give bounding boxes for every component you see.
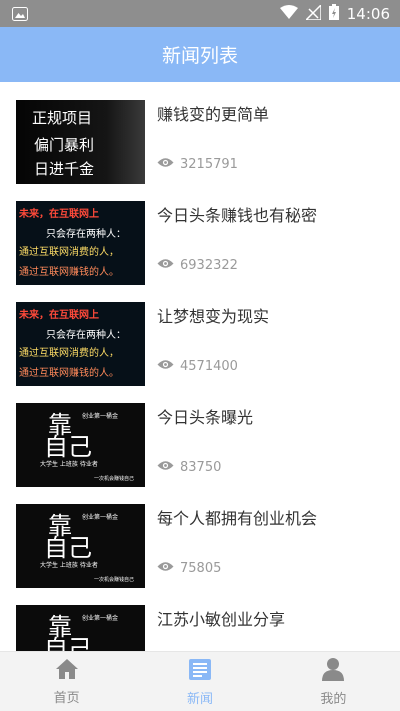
- clock: 14:06: [346, 5, 390, 23]
- home-icon: [55, 658, 79, 684]
- news-thumbnail: 正规项目 偏门暴利 日进千金: [16, 100, 145, 184]
- news-icon: [188, 657, 212, 685]
- list-item[interactable]: 未来，在互联网上 只会存在两种人： 通过互联网消费的人， 通过互联网赚钱的人。 …: [0, 183, 400, 285]
- page-title: 新闻列表: [161, 45, 238, 67]
- news-thumbnail: 靠 自己 创业第一桶金: [16, 605, 145, 651]
- thumb-text: 日进千金: [34, 160, 95, 178]
- news-title: 让梦想变为现实: [157, 307, 270, 326]
- profile-icon: [321, 657, 345, 685]
- thumb-text: 通过互联网赚钱的人。: [19, 368, 119, 379]
- signal-icon: [303, 2, 322, 24]
- eye-icon: [157, 561, 174, 576]
- nav-profile[interactable]: 我的: [267, 652, 400, 711]
- view-count: 4571400: [157, 359, 238, 374]
- thumb-text: 偏门暴利: [34, 136, 95, 154]
- news-thumbnail: 未来，在互联网上 只会存在两种人： 通过互联网消费的人， 通过互联网赚钱的人。: [16, 302, 145, 386]
- list-item[interactable]: 靠 自己 创业第一桶金 大学生 上班族 待业者 一次机会赚钱自己 今日头条曝光 …: [0, 385, 400, 487]
- nav-profile-label: 我的: [320, 691, 347, 707]
- news-title: 今日头条曝光: [157, 408, 254, 427]
- thumb-text: 通过互联网赚钱的人。: [19, 267, 119, 278]
- view-count: 3215791: [157, 157, 238, 172]
- thumb-text: 正规项目: [32, 109, 93, 127]
- news-thumbnail: 靠 自己 创业第一桶金 大学生 上班族 待业者 一次机会赚钱自己: [16, 504, 145, 588]
- list-item[interactable]: 靠 自己 创业第一桶金 大学生 上班族 待业者 一次机会赚钱自己 每个人都拥有创…: [0, 486, 400, 588]
- thumb-text: 未来，在互联网上: [19, 310, 99, 321]
- nav-home-label: 首页: [53, 690, 80, 706]
- thumb-text: 自己: [44, 433, 92, 461]
- view-count: 6932322: [157, 258, 238, 273]
- nav-news-label: 新闻: [186, 691, 213, 707]
- thumb-text: 一次机会赚钱自己: [94, 577, 135, 583]
- eye-icon: [157, 460, 174, 475]
- news-title: 每个人都拥有创业机会: [157, 509, 318, 528]
- eye-icon: [157, 258, 174, 273]
- thumb-text: 创业第一桶金: [82, 413, 119, 420]
- gallery-notification-icon: [12, 6, 28, 25]
- battery-icon: [328, 4, 339, 24]
- view-count: 83750: [157, 460, 221, 475]
- list-item[interactable]: 正规项目 偏门暴利 日进千金 赚钱变的更简单 3215791: [0, 82, 400, 184]
- news-title: 今日头条赚钱也有秘密: [157, 206, 318, 225]
- status-bar: 14:06: [0, 0, 400, 27]
- view-count-value: 6932322: [180, 258, 238, 273]
- view-count-value: 75805: [180, 561, 222, 576]
- news-title: 江苏小敏创业分享: [157, 610, 286, 629]
- thumb-text: 自己: [44, 635, 92, 651]
- wifi-icon: [279, 4, 298, 24]
- thumb-text: 未来，在互联网上: [19, 209, 99, 220]
- bottom-nav: 首页 新闻 我的: [0, 651, 400, 711]
- eye-icon: [157, 359, 174, 374]
- nav-news[interactable]: 新闻: [133, 652, 266, 711]
- news-list[interactable]: 正规项目 偏门暴利 日进千金 赚钱变的更简单 3215791 未来，在互联网上 …: [0, 82, 400, 651]
- thumb-text: 大学生 上班族 待业者: [40, 562, 98, 569]
- thumb-text: 大学生 上班族 待业者: [40, 461, 98, 468]
- app-bar: 新闻列表: [0, 27, 400, 82]
- view-count: 75805: [157, 561, 221, 576]
- news-title: 赚钱变的更简单: [157, 105, 270, 124]
- news-thumbnail: 靠 自己 创业第一桶金 大学生 上班族 待业者 一次机会赚钱自己: [16, 403, 145, 487]
- news-thumbnail: 未来，在互联网上 只会存在两种人： 通过互联网消费的人， 通过互联网赚钱的人。: [16, 201, 145, 285]
- thumb-text: 创业第一桶金: [82, 514, 119, 521]
- thumb-text: 只会存在两种人：: [46, 229, 126, 240]
- thumb-text: 创业第一桶金: [82, 615, 119, 622]
- view-count-value: 4571400: [180, 359, 238, 374]
- eye-icon: [157, 157, 174, 172]
- thumb-text: 一次机会赚钱自己: [94, 476, 135, 482]
- thumb-text: 通过互联网消费的人，: [19, 247, 119, 258]
- nav-home[interactable]: 首页: [0, 652, 133, 711]
- thumb-text: 自己: [44, 534, 92, 562]
- list-item[interactable]: 靠 自己 创业第一桶金 江苏小敏创业分享: [0, 587, 400, 651]
- thumb-text: 通过互联网消费的人，: [19, 348, 119, 359]
- view-count-value: 3215791: [180, 157, 238, 172]
- thumb-text: 只会存在两种人：: [46, 330, 126, 341]
- list-item[interactable]: 未来，在互联网上 只会存在两种人： 通过互联网消费的人， 通过互联网赚钱的人。 …: [0, 284, 400, 386]
- view-count-value: 83750: [180, 460, 222, 475]
